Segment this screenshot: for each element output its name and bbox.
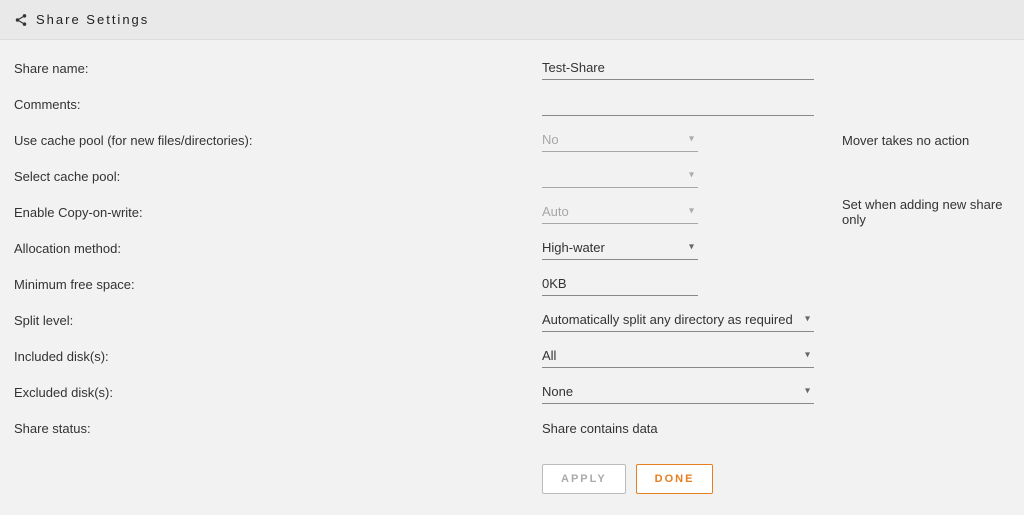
- row-min-free: Minimum free space:: [14, 266, 1010, 302]
- settings-form: Share name: Comments: Use cache pool (fo…: [0, 40, 1024, 514]
- label-cow: Enable Copy-on-write:: [14, 205, 542, 220]
- allocation-select[interactable]: High-water: [542, 236, 698, 260]
- label-included: Included disk(s):: [14, 349, 542, 364]
- excluded-select[interactable]: None: [542, 380, 814, 404]
- select-cache-select[interactable]: [542, 164, 698, 188]
- use-cache-select[interactable]: No: [542, 128, 698, 152]
- row-allocation: Allocation method: High-water: [14, 230, 1010, 266]
- hint-use-cache: Mover takes no action: [842, 133, 969, 148]
- min-free-input[interactable]: [542, 272, 698, 296]
- page-title: Share Settings: [36, 12, 149, 27]
- row-use-cache: Use cache pool (for new files/directorie…: [14, 122, 1010, 158]
- label-use-cache: Use cache pool (for new files/directorie…: [14, 133, 542, 148]
- row-share-name: Share name:: [14, 50, 1010, 86]
- row-cow: Enable Copy-on-write: Auto Set when addi…: [14, 194, 1010, 230]
- cow-select[interactable]: Auto: [542, 200, 698, 224]
- label-status: Share status:: [14, 421, 542, 436]
- share-icon: [14, 13, 28, 27]
- label-comments: Comments:: [14, 97, 542, 112]
- hint-cow: Set when adding new share only: [842, 197, 1010, 227]
- row-included: Included disk(s): All: [14, 338, 1010, 374]
- label-allocation: Allocation method:: [14, 241, 542, 256]
- split-select[interactable]: Automatically split any directory as req…: [542, 308, 814, 332]
- comments-input[interactable]: [542, 92, 814, 116]
- row-comments: Comments:: [14, 86, 1010, 122]
- share-name-input[interactable]: [542, 56, 814, 80]
- label-min-free: Minimum free space:: [14, 277, 542, 292]
- included-select[interactable]: All: [542, 344, 814, 368]
- apply-button[interactable]: APPLY: [542, 464, 626, 494]
- label-split: Split level:: [14, 313, 542, 328]
- status-value: Share contains data: [542, 421, 658, 436]
- done-button[interactable]: DONE: [636, 464, 714, 494]
- page-header: Share Settings: [0, 0, 1024, 40]
- row-select-cache: Select cache pool:: [14, 158, 1010, 194]
- label-share-name: Share name:: [14, 61, 542, 76]
- row-excluded: Excluded disk(s): None: [14, 374, 1010, 410]
- button-row: APPLY DONE: [14, 446, 1010, 494]
- row-split: Split level: Automatically split any dir…: [14, 302, 1010, 338]
- row-status: Share status: Share contains data: [14, 410, 1010, 446]
- label-excluded: Excluded disk(s):: [14, 385, 542, 400]
- label-select-cache: Select cache pool:: [14, 169, 542, 184]
